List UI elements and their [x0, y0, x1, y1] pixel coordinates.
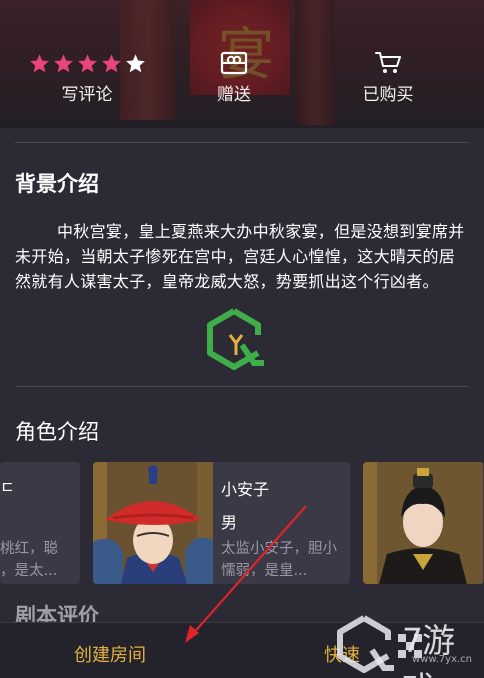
star-filled-icon — [101, 53, 121, 72]
star-filled-icon — [29, 53, 49, 72]
write-review-button[interactable]: 写评论 — [22, 48, 152, 105]
site-watermark: 7游戏 www.7yx.cn — [330, 612, 480, 678]
gift-icon — [220, 51, 248, 75]
write-review-label: 写评论 — [61, 85, 113, 105]
watermark-logo-icon — [207, 308, 264, 370]
character-desc: 太监小安子，胆小懦弱，是皇... — [221, 541, 337, 579]
watermark-text: 7游戏 — [402, 621, 455, 678]
divider-top — [15, 142, 469, 143]
purchased-label: 已购买 — [362, 85, 414, 105]
character-gender: 男 — [221, 513, 238, 532]
gift-button[interactable]: 赠送 — [169, 48, 299, 105]
watermark-site-logo-icon — [337, 615, 394, 673]
character-portrait-right — [363, 462, 483, 584]
characters-section-title: 角色介绍 — [15, 420, 99, 444]
action-row: 写评论 赠送 已购买 — [0, 0, 484, 128]
character-desc-partial: 桃红，聪 ，是太... — [0, 541, 58, 579]
purchased-button[interactable]: 已购买 — [323, 48, 453, 105]
cart-icon — [375, 52, 401, 73]
star-filled-icon — [77, 53, 97, 72]
character-name: 小安子 — [221, 480, 270, 499]
character-name-partial: ㄷ — [0, 478, 15, 497]
star-filled-icon — [53, 53, 73, 72]
character-portrait — [93, 462, 213, 584]
star-empty-icon — [125, 53, 145, 72]
create-room-button[interactable]: 创建房间 — [74, 641, 146, 667]
character-card-partial-left[interactable]: ㄷ 桃红，聪 ，是太... — [0, 462, 80, 584]
rating-stars — [29, 53, 146, 74]
gift-label: 赠送 — [217, 85, 251, 105]
background-section-title: 背景介绍 — [15, 172, 99, 196]
divider-middle — [15, 386, 469, 387]
character-card-xiaoanzi[interactable]: 小安子 男 太监小安子，胆小懦弱，是皇... — [93, 462, 350, 584]
background-intro-text: 中秋宫宴，皇上夏燕来大办中秋家宴，但是没想到宴席并未开始，当朝太子惨死在宫中，宫… — [15, 222, 465, 291]
character-carousel[interactable]: ㄷ 桃红，聪 ，是太... 小安子 男 太监小安子，胆小懦弱，是皇... — [0, 462, 484, 584]
character-card-partial-right[interactable] — [363, 462, 484, 584]
watermark-url: www.7yx.cn — [412, 654, 473, 665]
